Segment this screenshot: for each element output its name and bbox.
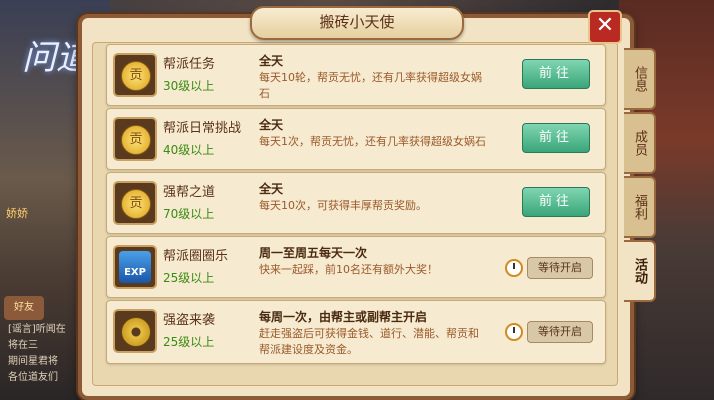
activity-description: 赶走强盗后可获得金钱、道行、潜能、帮贡和帮派建设度及资金。 [259,327,479,356]
activity-icon-frame: 贡 [113,117,157,161]
go-button[interactable]: 前往 [522,187,590,217]
activity-name: 强帮之道 [163,185,216,200]
activity-time: 全天 [259,182,284,196]
activity-row: 贡 帮派日常挑战 40级以上 全天 每天1次，帮贡无忧，还有几率获得超级女娲石 … [106,108,606,170]
dialog-title: 搬砖小天使 [250,6,464,40]
activity-level: 25级以上 [163,335,215,349]
activity-icon-frame: 贡 [113,181,157,225]
chat-line: 期间星君将 [8,356,58,367]
activity-description: 每天10次，可获得丰厚帮贡奖励。 [259,199,427,212]
activity-icon-frame: 贡 [113,53,157,97]
activity-level: 70级以上 [163,207,215,221]
activity-description: 快来一起踩，前10名还有额外大奖！ [259,263,438,276]
activity-level: 25级以上 [163,271,215,285]
activity-icon-frame [113,309,157,353]
close-button[interactable]: ✕ [588,10,622,44]
copper-coin-icon [121,317,151,347]
clock-icon [505,259,523,277]
activity-time: 每周一次，由帮主或副帮主开启 [259,310,428,324]
tab-members[interactable]: 成员 [624,112,656,174]
activity-time: 周一至周五每天一次 [259,246,368,260]
exp-coin-icon: EXP [119,251,151,283]
friends-button[interactable]: 好友 [4,296,44,320]
activity-row: EXP 帮派圈圈乐 25级以上 周一至周五每天一次 快来一起踩，前10名还有额外… [106,236,606,298]
activity-description: 每天10轮，帮贡无忧，还有几率获得超级女娲石 [259,71,482,100]
activity-name: 帮派任务 [163,57,216,72]
activity-time: 全天 [259,118,284,132]
chat-line: [谣言]听闻在 [8,324,66,335]
character-name-label: 娇娇 [6,207,28,220]
activity-icon-frame: EXP [113,245,157,289]
activity-level: 40级以上 [163,143,215,157]
wait-open-label: 等待开启 [527,257,593,279]
activity-level: 30级以上 [163,79,215,93]
go-button[interactable]: 前往 [522,123,590,153]
tab-info[interactable]: 信息 [624,48,656,110]
activity-name: 帮派日常挑战 [163,121,242,136]
activity-row: 强盗来袭 25级以上 每周一次，由帮主或副帮主开启 赶走强盗后可获得金钱、道行、… [106,300,606,364]
gang-contribution-coin-icon: 贡 [121,189,151,219]
tab-welfare[interactable]: 福利 [624,176,656,238]
activity-name: 帮派圈圈乐 [163,249,229,264]
gang-contribution-coin-icon: 贡 [121,125,151,155]
wait-open-label: 等待开启 [527,321,593,343]
go-button[interactable]: 前往 [522,59,590,89]
tab-activities[interactable]: 活动 [624,240,656,302]
chat-line: 将在三 [8,340,38,351]
wait-status: 等待开启 [505,321,593,343]
chat-line: 各位道友们 [8,372,58,383]
chat-panel[interactable]: [谣言]听闻在 将在三 期间星君将 各位道友们 [8,322,78,386]
clock-icon [505,323,523,341]
activity-description: 每天1次，帮贡无忧，还有几率获得超级女娲石 [259,135,486,148]
gang-contribution-coin-icon: 贡 [121,61,151,91]
activity-row: 贡 帮派任务 30级以上 全天 每天10轮，帮贡无忧，还有几率获得超级女娲石 前… [106,44,606,106]
activity-name: 强盗来袭 [163,313,216,328]
activity-time: 全天 [259,54,284,68]
wait-status: 等待开启 [505,257,593,279]
activity-row: 贡 强帮之道 70级以上 全天 每天10次，可获得丰厚帮贡奖励。 前往 [106,172,606,234]
